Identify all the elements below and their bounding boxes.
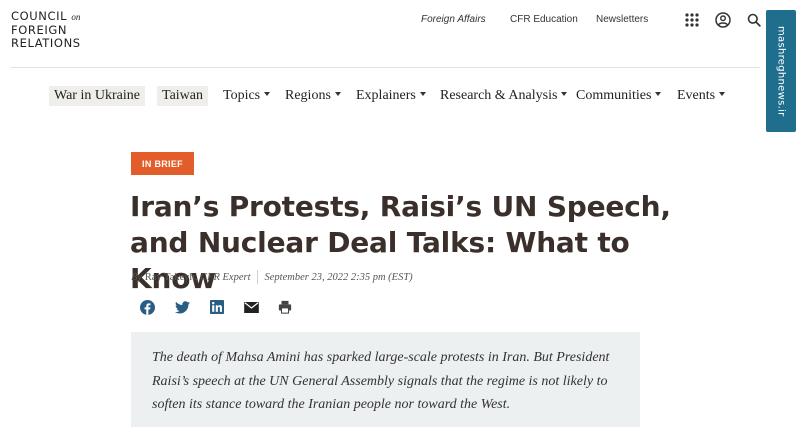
author-link[interactable]: Ray Takeyh: [145, 272, 195, 283]
logo-line-3: RELATIONS: [11, 36, 81, 50]
nav-item-regions[interactable]: Regions: [285, 86, 341, 106]
main-nav: War in Ukraine Taiwan Topics Regions Exp…: [0, 86, 760, 106]
publish-date: September 23, 2022 2:35 pm (EST): [264, 271, 413, 283]
print-icon[interactable]: [277, 299, 293, 315]
byline-prefix: By: [131, 271, 143, 283]
watermark: mashreghnews.ir: [766, 10, 796, 132]
nav-item-topics[interactable]: Topics: [223, 86, 271, 106]
email-icon[interactable]: [243, 299, 259, 315]
article-summary: The death of Mahsa Amini has sparked lar…: [152, 350, 610, 412]
author-role: , CFR Expert: [194, 271, 251, 283]
watermark-text: mashreghnews.ir: [775, 25, 787, 117]
nav-item-taiwan[interactable]: Taiwan: [157, 86, 209, 106]
search-icon[interactable]: [745, 11, 763, 29]
facebook-icon[interactable]: [139, 299, 155, 315]
apps-grid-icon[interactable]: [683, 11, 701, 29]
cfr-education-link[interactable]: CFR Education: [510, 14, 578, 25]
nav-item-war-in-ukraine[interactable]: War in Ukraine: [49, 86, 145, 106]
chevron-down-icon: [719, 92, 726, 96]
byline-divider: [256, 270, 258, 284]
chevron-down-icon: [334, 92, 341, 96]
newsletters-link[interactable]: Newsletters: [596, 14, 648, 25]
utility-nav: Foreign Affairs CFR Education Newsletter…: [0, 14, 800, 28]
nav-item-research-analysis[interactable]: Research & Analysis: [440, 86, 568, 106]
chevron-down-icon: [561, 92, 568, 96]
nav-item-communities[interactable]: Communities: [576, 86, 662, 106]
twitter-icon[interactable]: [174, 299, 190, 315]
article-summary-box: The death of Mahsa Amini has sparked lar…: [131, 332, 640, 427]
header-divider: [10, 67, 760, 68]
chevron-down-icon: [419, 92, 426, 96]
share-bar: [139, 299, 299, 315]
in-brief-badge[interactable]: IN BRIEF: [131, 152, 194, 175]
article-byline: By Ray Takeyh, CFR Expert September 23, …: [131, 270, 413, 284]
nav-item-explainers[interactable]: Explainers: [356, 86, 426, 106]
account-icon[interactable]: [714, 11, 732, 29]
linkedin-icon[interactable]: [209, 299, 225, 315]
chevron-down-icon: [655, 92, 662, 96]
foreign-affairs-link[interactable]: Foreign Affairs: [421, 14, 486, 25]
chevron-down-icon: [264, 92, 271, 96]
nav-item-events[interactable]: Events: [677, 86, 726, 106]
